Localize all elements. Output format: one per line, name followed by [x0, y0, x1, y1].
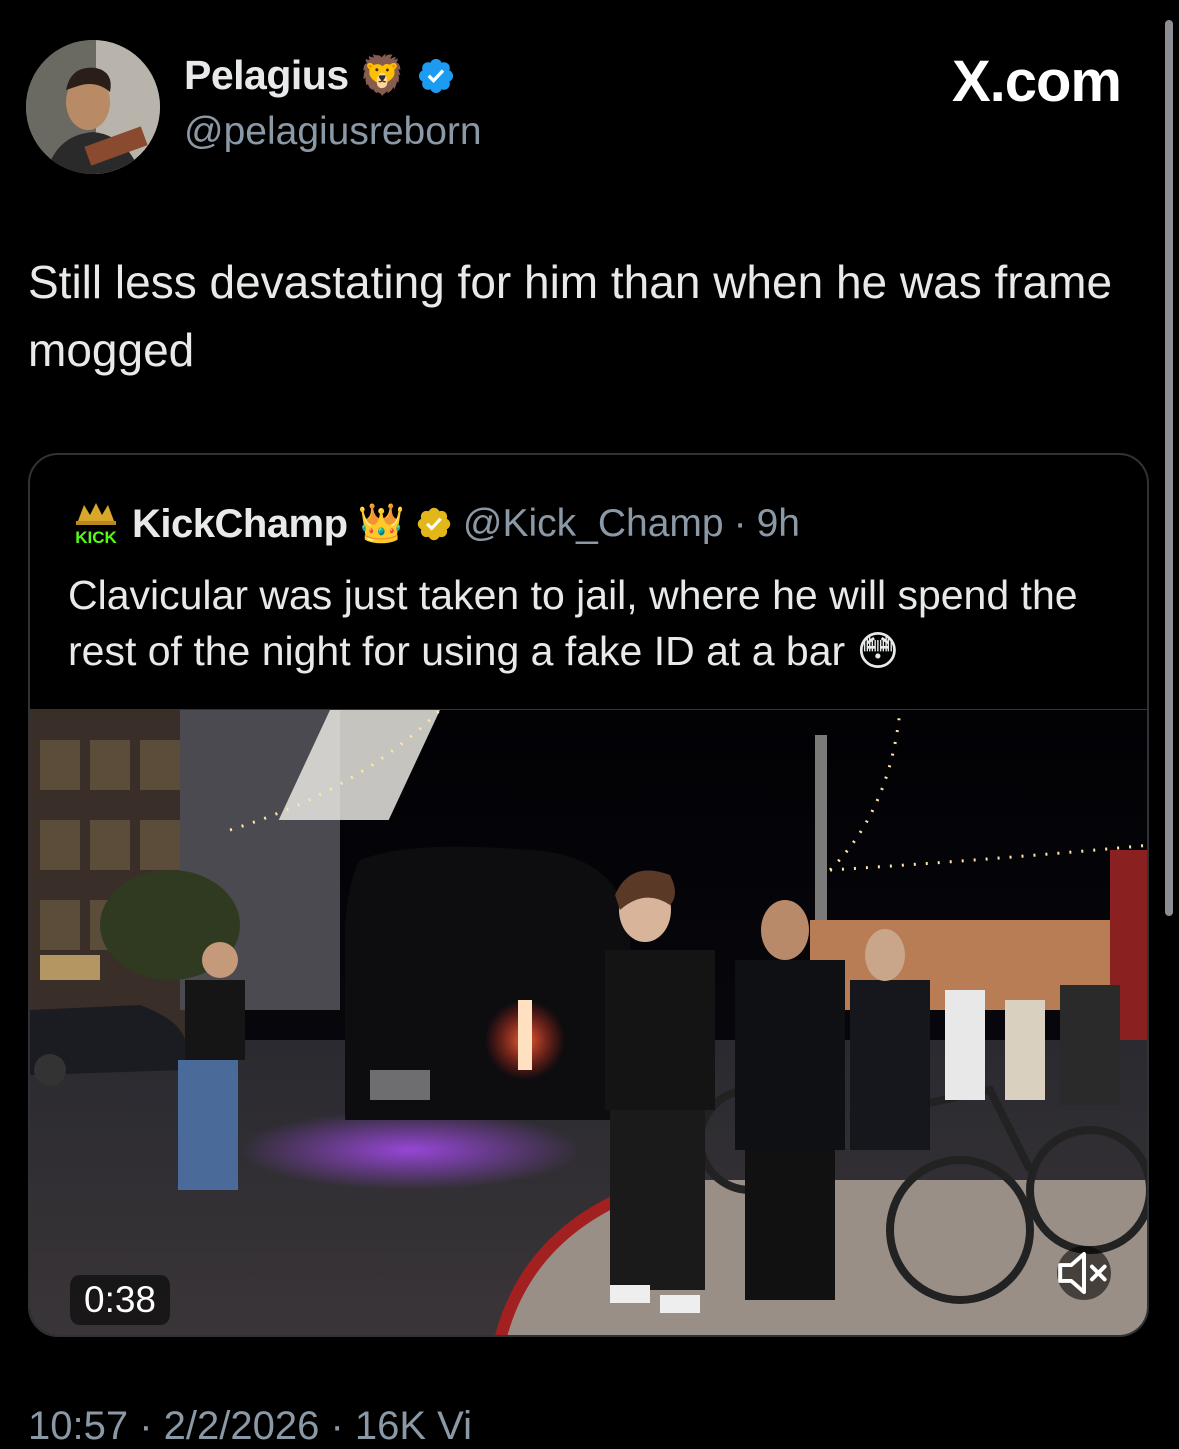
quote-display-name[interactable]: KickChamp	[132, 502, 348, 547]
verified-badge-icon[interactable]	[416, 56, 456, 96]
quote-timestamp[interactable]: 9h	[757, 502, 800, 546]
lion-emoji-icon: 🦁	[358, 54, 406, 97]
tweet-text: Still less devastating for him than when…	[28, 256, 1113, 376]
scrollbar[interactable]	[1165, 20, 1173, 916]
mute-button[interactable]	[1057, 1246, 1111, 1300]
quote-text: Clavicular was just taken to jail, where…	[68, 572, 1078, 674]
kick-crown-logo[interactable]: KICK	[70, 501, 122, 547]
avatar-photo	[26, 40, 160, 174]
author-handle[interactable]: @pelagiusreborn	[184, 110, 482, 154]
author-name-row: Pelagius 🦁	[184, 52, 456, 99]
quoted-tweet-card[interactable]: KICK KickChamp 👑 @Kick_Champ · 9h Clavic…	[28, 453, 1149, 1337]
video-player[interactable]: 0:38	[30, 709, 1147, 1335]
quote-header: KICK KickChamp 👑 @Kick_Champ · 9h	[70, 501, 800, 548]
author-avatar[interactable]	[26, 40, 160, 174]
crown-emoji-icon: 👑	[357, 503, 405, 545]
tweet-metadata: 10:57 · 2/2/2026 · 16K Vi	[28, 1404, 473, 1448]
kick-logo-text: KICK	[75, 528, 117, 547]
video-duration: 0:38	[70, 1275, 171, 1325]
site-label: X.com	[951, 49, 1122, 114]
author-display-name[interactable]: Pelagius	[184, 52, 349, 99]
quote-handle[interactable]: @Kick_Champ	[463, 502, 724, 546]
quote-separator: ·	[733, 502, 747, 545]
speaker-muted-icon	[1058, 1251, 1107, 1295]
video-frame-night-street	[30, 710, 1147, 1335]
gold-verified-badge-icon[interactable]	[415, 505, 453, 543]
